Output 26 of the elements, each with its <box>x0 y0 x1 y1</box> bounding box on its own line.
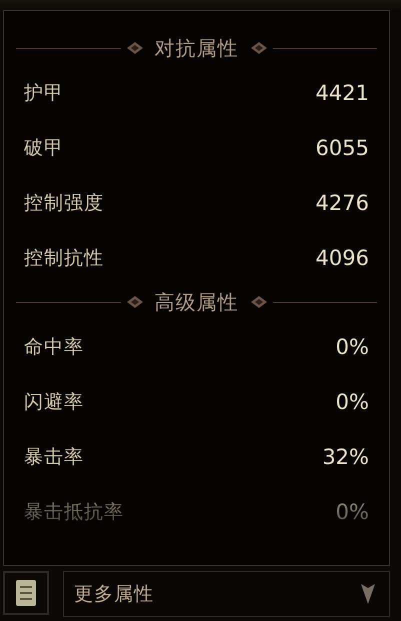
attribute-value: 4276 <box>316 190 369 214</box>
attribute-label: 命中率 <box>24 334 84 360</box>
attribute-label: 破甲 <box>24 136 64 160</box>
attribute-label: 控制强度 <box>24 190 104 216</box>
scroll-icon-button[interactable] <box>3 571 49 615</box>
attribute-value: 32% <box>322 444 369 468</box>
section-title: 高级属性 <box>154 288 240 316</box>
diamond-ornament-icon <box>126 42 142 54</box>
attribute-label: 控制抗性 <box>24 246 104 270</box>
section-title: 对抗属性 <box>154 34 240 62</box>
diamond-ornament-icon <box>126 296 142 308</box>
attribute-label: 暴击抵抗率 <box>24 500 124 524</box>
attribute-value: 4096 <box>316 246 369 270</box>
attribute-label: 暴击率 <box>24 444 84 470</box>
attribute-value: 0% <box>336 390 369 414</box>
attribute-value: 6055 <box>316 136 369 160</box>
scroll-icon <box>14 578 38 608</box>
diamond-ornament-icon <box>250 296 266 308</box>
more-attributes-dropdown[interactable]: 更多属性 <box>63 571 390 617</box>
attribute-value: 4421 <box>316 80 369 104</box>
attribute-label: 闪避率 <box>24 390 84 414</box>
attribute-label: 护甲 <box>24 80 64 106</box>
caret-icon <box>361 584 375 604</box>
diamond-ornament-icon <box>250 42 266 54</box>
attribute-value: 0% <box>336 334 369 358</box>
attribute-value: 0% <box>336 500 369 524</box>
